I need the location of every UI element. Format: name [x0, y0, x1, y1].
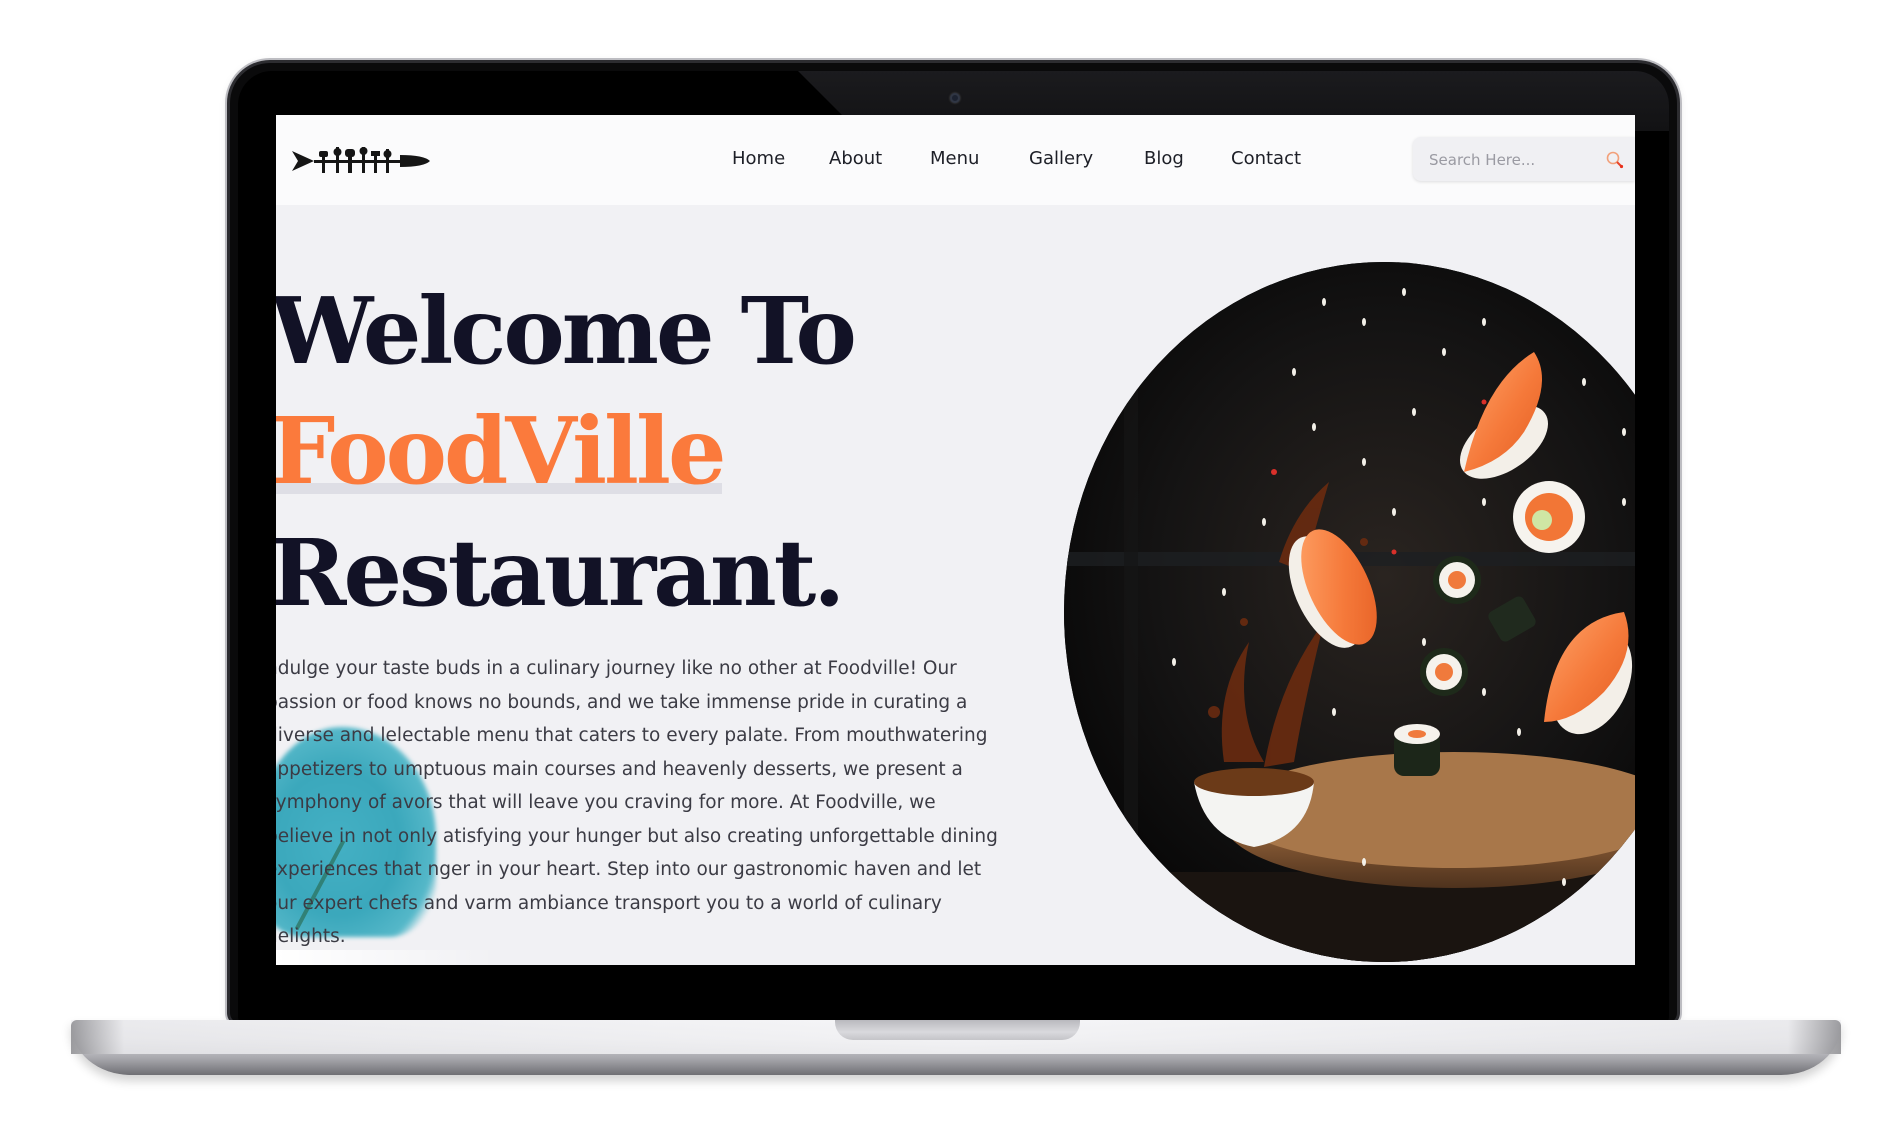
nav-menu[interactable]: Menu: [930, 148, 979, 169]
nav-contact[interactable]: Contact: [1231, 148, 1301, 169]
hero-description: ndulge your taste buds in a culinary jou…: [276, 658, 998, 947]
laptop-notch: [835, 1020, 1080, 1040]
nav-home[interactable]: Home: [732, 148, 785, 169]
search-box: [1413, 137, 1635, 181]
nav-blog[interactable]: Blog: [1144, 148, 1184, 169]
cutlery-fish-logo[interactable]: [292, 145, 432, 177]
search-input[interactable]: [1427, 148, 1601, 172]
sushi-splash-image: [1064, 262, 1635, 962]
hero-title-line3: Restaurant.: [276, 519, 845, 627]
hero-title-brand: FoodVille: [276, 397, 726, 505]
search-icon[interactable]: [1605, 150, 1625, 170]
website-screen: Home About Menu Gallery Blog Contact Wel…: [276, 115, 1635, 965]
decorative-fade: [276, 950, 496, 965]
nav-about[interactable]: About: [829, 148, 882, 169]
nav-gallery[interactable]: Gallery: [1029, 148, 1093, 169]
webcam: [950, 93, 960, 103]
hero-title-line1: Welcome To: [276, 277, 857, 385]
sushi-illustration: [1064, 262, 1635, 962]
navbar: Home About Menu Gallery Blog Contact: [276, 115, 1635, 205]
